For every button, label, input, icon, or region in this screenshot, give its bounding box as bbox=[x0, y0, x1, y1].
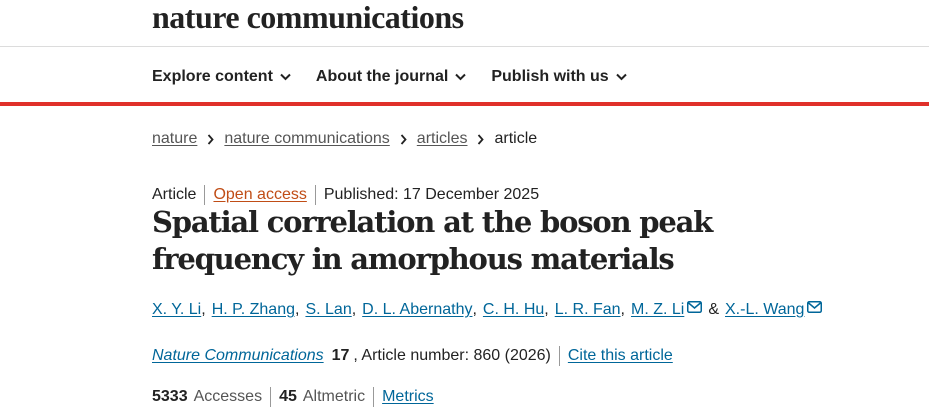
author-ampersand: & bbox=[708, 301, 719, 318]
author-link[interactable]: D. L. Abernathy bbox=[362, 301, 472, 319]
author-separator: , bbox=[472, 301, 477, 318]
author-link[interactable]: L. R. Fan bbox=[555, 301, 621, 319]
journal-brand-logo[interactable]: nature communications bbox=[152, 0, 464, 40]
accesses-count: 5333 bbox=[152, 388, 188, 405]
author-link[interactable]: X.-L. Wang bbox=[725, 301, 804, 319]
author-separator: , bbox=[295, 301, 300, 318]
author-link[interactable]: S. Lan bbox=[305, 301, 351, 319]
article-metrics: 5333 Accesses 45 Altmetric Metrics bbox=[152, 386, 434, 408]
nav-about-journal-label: About the journal bbox=[315, 68, 449, 85]
nav-about-journal[interactable]: About the journal bbox=[315, 68, 467, 86]
author-link[interactable]: C. H. Hu bbox=[483, 301, 544, 319]
nav-publish-with-us-label: Publish with us bbox=[491, 68, 609, 85]
author-link[interactable]: M. Z. Li bbox=[631, 301, 684, 319]
chevron-right-icon bbox=[477, 133, 485, 145]
breadcrumb: nature nature communications articles ar… bbox=[152, 128, 537, 150]
chevron-down-icon bbox=[455, 73, 467, 81]
altmetric-label: Altmetric bbox=[302, 388, 366, 405]
breadcrumb-nature[interactable]: nature bbox=[152, 130, 197, 148]
nav-explore-content[interactable]: Explore content bbox=[152, 68, 291, 86]
author-link[interactable]: H. P. Zhang bbox=[212, 301, 295, 319]
open-access-link[interactable]: Open access bbox=[213, 186, 306, 204]
author-separator: , bbox=[620, 301, 625, 318]
metrics-divider bbox=[373, 387, 375, 407]
main-nav: Explore content About the journal Publis… bbox=[152, 62, 652, 92]
meta-divider bbox=[204, 185, 206, 205]
email-icon[interactable] bbox=[807, 301, 823, 313]
breadcrumb-nature-communications[interactable]: nature communications bbox=[224, 130, 389, 148]
nav-publish-with-us[interactable]: Publish with us bbox=[491, 68, 627, 86]
metrics-link[interactable]: Metrics bbox=[382, 388, 434, 406]
breadcrumb-articles[interactable]: articles bbox=[417, 130, 468, 148]
nav-explore-content-label: Explore content bbox=[152, 68, 273, 85]
cite-this-article-link[interactable]: Cite this article bbox=[568, 347, 673, 365]
chevron-right-icon bbox=[400, 133, 407, 145]
metrics-divider bbox=[270, 387, 272, 407]
breadcrumb-current: article bbox=[494, 130, 538, 147]
chevron-right-icon bbox=[207, 133, 215, 145]
article-title: Spatial correlation at the boson peak fr… bbox=[152, 205, 713, 276]
article-meta: Article Open access Published: 17 Decemb… bbox=[152, 184, 539, 206]
email-icon[interactable] bbox=[687, 301, 703, 313]
author-separator: , bbox=[201, 301, 206, 318]
accesses-label: Accesses bbox=[193, 388, 263, 405]
article-number: , Article number: 860 (2026) bbox=[353, 347, 551, 364]
volume-number: 17 bbox=[331, 347, 350, 364]
author-list: X. Y. Li, H. P. Zhang, S. Lan, D. L. Abe… bbox=[152, 298, 823, 322]
meta-divider bbox=[314, 185, 316, 205]
author-separator: , bbox=[351, 301, 357, 318]
journal-link[interactable]: Nature Communications bbox=[152, 347, 324, 365]
author-separator: , bbox=[544, 301, 549, 318]
citation-line: Nature Communications 17 , Article numbe… bbox=[152, 345, 673, 367]
author-link[interactable]: X. Y. Li bbox=[152, 301, 201, 319]
chevron-down-icon bbox=[280, 73, 291, 81]
article-type: Article bbox=[152, 186, 197, 203]
altmetric-count: 45 bbox=[279, 388, 297, 405]
header-divider bbox=[0, 46, 929, 47]
published-date: Published: 17 December 2025 bbox=[323, 186, 540, 203]
citation-divider bbox=[558, 346, 560, 366]
chevron-down-icon bbox=[615, 73, 627, 81]
accent-bar bbox=[0, 102, 929, 106]
